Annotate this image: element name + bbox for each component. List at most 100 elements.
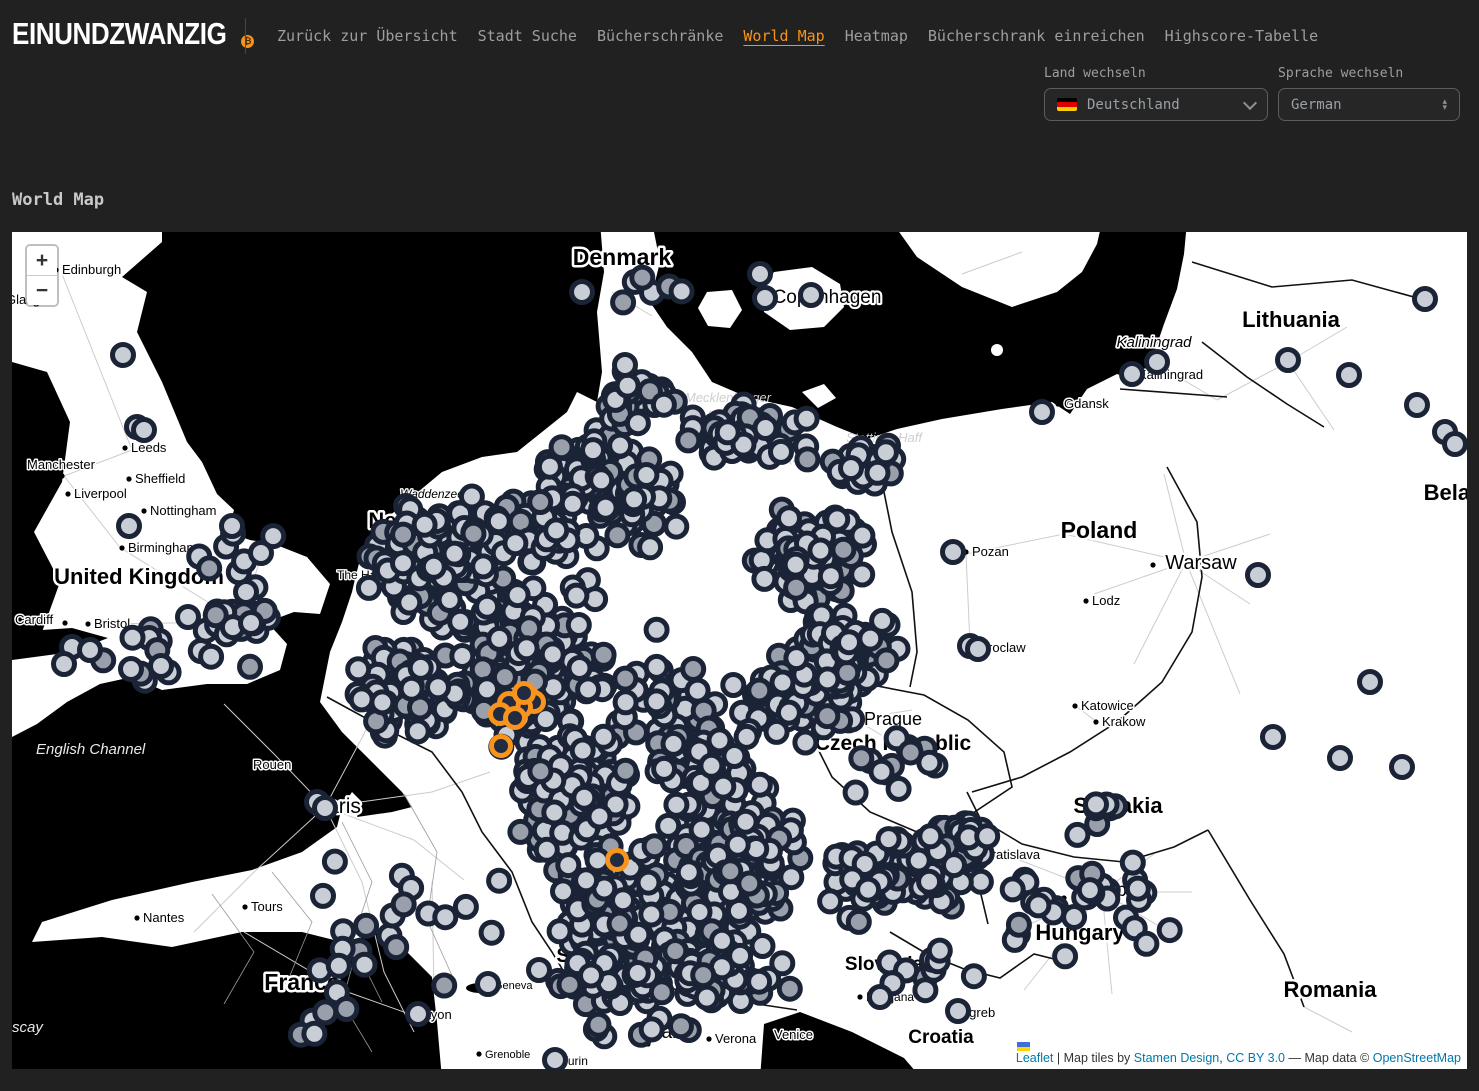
bookcase-marker[interactable] [574, 787, 595, 808]
bookcase-marker[interactable] [820, 891, 841, 912]
bookcase-marker[interactable] [593, 644, 614, 665]
bookcase-marker[interactable] [240, 656, 261, 677]
bookcase-marker[interactable] [644, 836, 665, 857]
bookcase-marker[interactable] [113, 345, 134, 366]
bookcase-marker[interactable] [1407, 395, 1428, 416]
bookcase-marker[interactable] [948, 1001, 969, 1022]
bookcase-marker[interactable] [477, 596, 498, 617]
bookcase-marker[interactable] [665, 941, 686, 962]
bookcase-marker[interactable] [489, 628, 510, 649]
bookcase-marker[interactable] [739, 873, 760, 894]
bookcase-marker[interactable] [646, 691, 667, 712]
bookcase-marker[interactable] [222, 516, 243, 537]
bookcase-marker[interactable] [399, 592, 420, 613]
nav-link-stadt-suche[interactable]: Stadt Suche [478, 27, 577, 45]
bookcase-marker[interactable] [568, 615, 589, 636]
bookcase-marker[interactable] [80, 640, 101, 661]
bookcase-marker[interactable] [434, 975, 455, 996]
bookcase-marker[interactable] [587, 850, 608, 871]
bookcase-marker[interactable] [351, 689, 372, 710]
bookcase-marker[interactable] [589, 806, 610, 827]
bookcase-marker[interactable] [348, 659, 369, 680]
bookcase-marker[interactable] [609, 913, 630, 934]
bookcase-marker[interactable] [693, 965, 714, 986]
bookcase-marker[interactable] [876, 650, 897, 671]
bookcase-marker[interactable] [878, 829, 899, 850]
bookcase-marker[interactable] [858, 879, 879, 900]
bookcase-marker[interactable] [870, 987, 891, 1008]
bookcase-marker[interactable] [817, 669, 838, 690]
bookcase-marker[interactable] [701, 755, 722, 776]
bookcase-marker[interactable] [968, 639, 989, 660]
bookcase-marker[interactable] [749, 774, 770, 795]
bookcase-marker[interactable] [1086, 794, 1107, 815]
bookcase-marker[interactable] [1002, 879, 1023, 900]
bookcase-marker[interactable] [313, 885, 334, 906]
bookcase-marker[interactable] [530, 492, 551, 513]
bookcase-marker[interactable] [795, 732, 816, 753]
bookcase-marker[interactable] [687, 680, 708, 701]
bookcase-marker[interactable] [54, 654, 75, 675]
bookcase-marker[interactable] [920, 826, 941, 847]
bookcase-marker[interactable] [1028, 895, 1049, 916]
attribution-link-openstreetmap[interactable]: OpenStreetMap [1373, 1051, 1461, 1065]
bookcase-marker[interactable] [1330, 748, 1351, 769]
zoom-in-button[interactable]: + [27, 246, 57, 276]
highlighted-bookcase-marker[interactable] [515, 684, 534, 703]
bookcase-marker[interactable] [772, 672, 793, 693]
bookcase-marker[interactable] [478, 974, 499, 995]
bookcase-marker[interactable] [545, 1050, 566, 1070]
bookcase-marker[interactable] [785, 554, 806, 575]
bookcase-marker[interactable] [666, 794, 687, 815]
bookcase-marker[interactable] [463, 523, 484, 544]
bookcase-marker[interactable] [724, 746, 745, 767]
bookcase-marker[interactable] [536, 839, 557, 860]
bookcase-marker[interactable] [595, 497, 616, 518]
bookcase-marker[interactable] [1248, 565, 1269, 586]
bookcase-marker[interactable] [735, 811, 756, 832]
bookcase-marker[interactable] [591, 470, 612, 491]
bookcase-marker[interactable] [315, 1002, 336, 1023]
bookcase-marker[interactable] [435, 907, 456, 928]
bookcase-marker[interactable] [410, 657, 431, 678]
bookcase-marker[interactable] [324, 851, 345, 872]
bookcase-marker[interactable] [627, 413, 648, 434]
bookcase-marker[interactable] [872, 610, 893, 631]
bookcase-marker[interactable] [801, 285, 822, 306]
bookcase-marker[interactable] [489, 870, 510, 891]
bookcase-marker[interactable] [646, 656, 667, 677]
zoom-out-button[interactable]: − [27, 276, 57, 305]
bookcase-marker[interactable] [372, 692, 393, 713]
bookcase-marker[interactable] [752, 936, 773, 957]
bookcase-marker[interactable] [401, 678, 422, 699]
bookcase-marker[interactable] [134, 420, 155, 441]
bookcase-marker[interactable] [336, 999, 357, 1020]
bookcase-marker[interactable] [578, 679, 599, 700]
bookcase-marker[interactable] [615, 692, 636, 713]
bookcase-marker[interactable] [658, 815, 679, 836]
bookcase-marker[interactable] [452, 646, 473, 667]
bookcase-marker[interactable] [1122, 852, 1143, 873]
bookcase-marker[interactable] [546, 520, 567, 541]
bookcase-marker[interactable] [199, 558, 220, 579]
bookcase-marker[interactable] [393, 894, 414, 915]
bookcase-marker[interactable] [1339, 365, 1360, 386]
bookcase-marker[interactable] [646, 619, 667, 640]
bookcase-marker[interactable] [663, 733, 684, 754]
bookcase-marker[interactable] [516, 638, 537, 659]
attribution-link-stamen-design[interactable]: Stamen Design [1134, 1051, 1219, 1065]
bookcase-marker[interactable] [615, 760, 636, 781]
bookcase-marker[interactable] [632, 267, 653, 288]
bookcase-marker[interactable] [473, 556, 494, 577]
nav-link-zur-ck-zur-bersicht[interactable]: Zurück zur Übersicht [277, 27, 458, 45]
bookcase-marker[interactable] [414, 514, 435, 535]
bookcase-marker[interactable] [581, 965, 602, 986]
bookcase-marker[interactable] [651, 982, 672, 1003]
bookcase-marker[interactable] [943, 542, 964, 563]
bookcase-marker[interactable] [779, 978, 800, 999]
bookcase-marker[interactable] [640, 537, 661, 558]
attribution-link-cc-by-3-0[interactable]: CC BY 3.0 [1226, 1051, 1285, 1065]
bookcase-marker[interactable] [450, 611, 471, 632]
bookcase-marker[interactable] [572, 282, 593, 303]
bookcase-marker[interactable] [772, 953, 793, 974]
